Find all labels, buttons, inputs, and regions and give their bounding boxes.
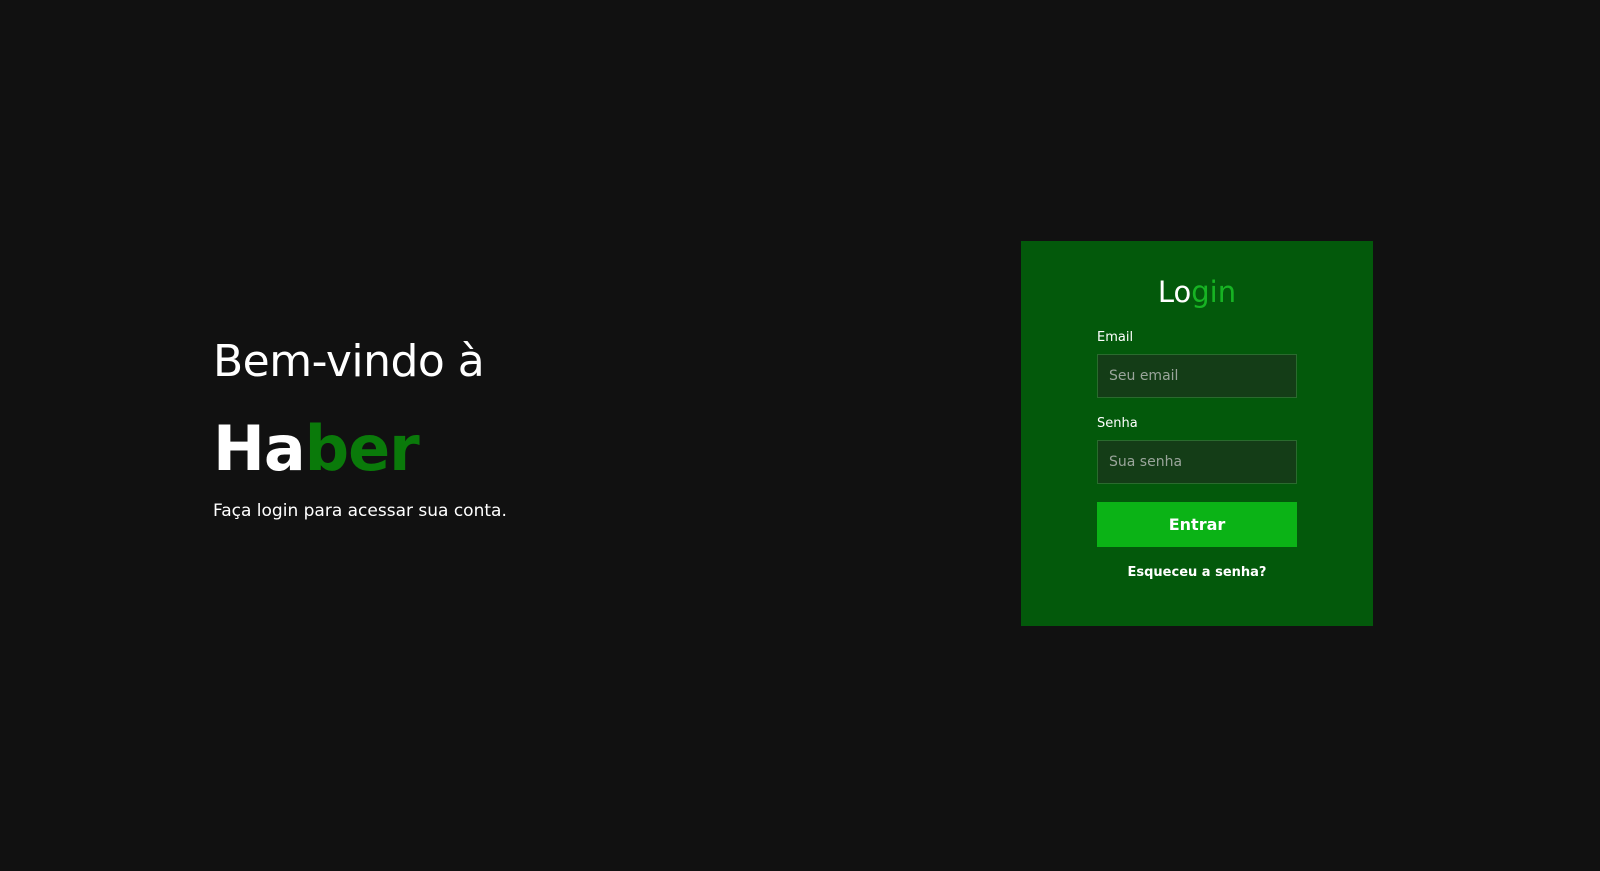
login-title: Login bbox=[1097, 275, 1297, 310]
welcome-heading: Bem-vindo à bbox=[213, 336, 485, 387]
login-card: Login Email Senha Entrar Esqueceu a senh… bbox=[1021, 241, 1373, 626]
password-input[interactable] bbox=[1097, 439, 1297, 484]
password-label: Senha bbox=[1097, 415, 1138, 431]
brand-logo: Haber bbox=[213, 417, 773, 480]
email-input[interactable] bbox=[1097, 353, 1297, 398]
brand-part-green: ber bbox=[304, 411, 420, 485]
welcome-section: Bem-vindo à Haber Faça login para acessa… bbox=[213, 336, 773, 522]
login-title-part-green: gin bbox=[1191, 275, 1237, 309]
forgot-password-link[interactable]: Esqueceu a senha? bbox=[1097, 565, 1297, 580]
login-submit-button[interactable]: Entrar bbox=[1097, 501, 1297, 547]
brand-part-white: Ha bbox=[213, 411, 306, 485]
email-label: Email bbox=[1097, 329, 1134, 345]
login-title-part-white: Lo bbox=[1157, 275, 1192, 309]
welcome-subtitle: Faça login para acessar sua conta. bbox=[213, 500, 507, 521]
